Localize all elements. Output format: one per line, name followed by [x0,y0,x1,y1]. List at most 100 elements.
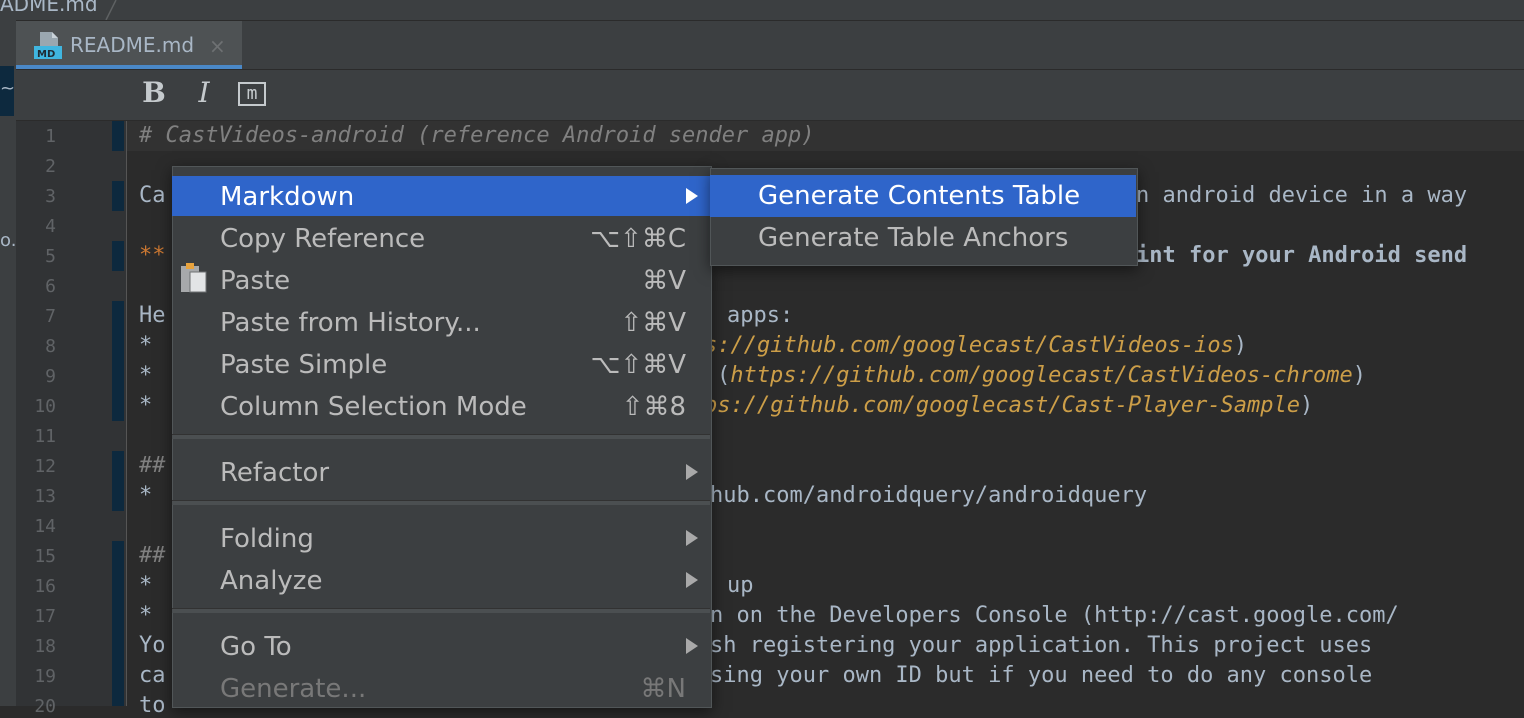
markdown-file-icon: MD [34,32,62,60]
code-token: up [727,573,754,598]
menu-item-generate[interactable]: Generate... ⌘N [172,668,710,708]
code-line: up [727,573,754,598]
menu-item-shortcut: ⌘N [640,674,686,704]
code-line: (https://github.com/googlecast/CastVideo… [717,363,1366,388]
code-token: ) [1300,393,1314,418]
menu-item-paste-simple[interactable]: Paste Simple ⌥⇧⌘V [172,344,710,384]
submenu-item-generate-table-anchors[interactable]: Generate Table Anchors [710,217,1136,259]
menu-item-folding[interactable]: Folding [172,518,710,558]
menu-item-label: Markdown [220,182,355,212]
code-token: s://github.com/googlecast/CastVideos-ios [704,333,1234,358]
code-token: * [139,603,153,628]
submenu-item-label: Generate Contents Table [758,181,1081,211]
code-line: He [139,303,166,328]
bold-button[interactable]: B [140,76,168,112]
menu-item-shortcut: ⇧⌘V [620,308,686,338]
code-line: hub.com/androidquery/androidquery [710,483,1147,508]
navigation-bar [0,0,1524,21]
code-line: ca [139,663,166,688]
code-token: apps: [727,303,794,328]
code-token: ) [1352,363,1367,388]
close-icon[interactable]: × [209,34,226,58]
line-number: 10 [34,396,56,417]
code-token: sh registering your application. This pr… [710,633,1373,658]
monospace-button[interactable]: m [238,82,266,106]
code-token: * [139,483,153,508]
code-token: * [139,573,153,598]
code-line: * [139,363,152,388]
line-number: 11 [34,426,56,447]
tab-active-indicator [16,65,242,69]
code-line: Yo [139,633,166,658]
code-line: ps://github.com/googlecast/Cast-Player-S… [704,393,1313,418]
menu-item-shortcut: ⌥⇧⌘V [590,350,686,380]
code-line: ## [139,453,166,478]
code-line: n on the Developers Console (http://cast… [710,603,1399,628]
line-number: 5 [45,246,56,267]
breadcrumb-file[interactable]: ADME.md [0,0,98,16]
line-number: 18 [34,636,56,657]
breadcrumb-separator-icon [105,0,117,20]
line-number: 3 [45,186,56,207]
code-line: apps: [727,303,793,328]
menu-item-go-to[interactable]: Go To [172,626,710,666]
submenu-arrow-icon [686,530,698,546]
menu-item-shortcut: ⇧⌘8 [621,392,686,422]
menu-item-copy-reference[interactable]: Copy Reference ⌥⇧⌘C [172,218,710,258]
code-line: * [139,393,152,418]
menu-separator [172,500,710,505]
line-number: 9 [45,366,56,387]
menu-item-label: Paste Simple [220,350,388,380]
menu-item-label: Analyze [220,566,323,596]
code-token: * [139,333,153,358]
code-line: # CastVideos-android (reference Android … [139,123,815,148]
menu-item-paste[interactable]: Paste ⌘V [172,260,710,300]
code-token: # CastVideos-android (reference Android … [139,123,815,148]
menu-item-label: Copy Reference [220,224,426,254]
code-token: ps://github.com/googlecast/Cast-Player-S… [704,393,1301,418]
code-line: n android device in a way [1136,183,1467,208]
menu-item-label: Go To [220,632,292,662]
menu-item-column-selection-mode[interactable]: Column Selection Mode ⇧⌘8 [172,386,710,426]
italic-button[interactable]: I [190,76,218,112]
fold-marker [112,451,124,511]
code-line: * [139,483,152,508]
menu-item-paste-from-history[interactable]: Paste from History... ⇧⌘V [172,302,710,342]
menu-item-label: Column Selection Mode [220,392,527,422]
menu-separator [172,608,710,613]
line-number: 8 [45,336,56,357]
menu-item-shortcut: ⌥⇧⌘C [590,224,686,254]
fold-marker [112,241,124,271]
code-line: ## [139,543,166,568]
fold-marker [112,121,124,151]
line-number: 7 [45,306,56,327]
code-token: ( [717,363,731,388]
fold-marker [112,301,124,421]
code-token: sing your own ID but if you need to do a… [710,663,1373,688]
code-token: hub.com/androidquery/androidquery [710,483,1148,508]
code-line: * [139,603,152,628]
line-number: 15 [34,546,56,567]
code-line: * [139,573,152,598]
menu-item-label: Generate... [220,674,367,704]
left-strip-text: o. [0,230,17,251]
code-token: int for your Android send [1136,243,1468,268]
menu-item-analyze[interactable]: Analyze [172,560,710,600]
menu-item-label: Refactor [220,458,330,488]
line-number: 13 [34,486,56,507]
menu-separator [172,434,710,439]
line-number: 17 [34,606,56,627]
line-number: 16 [34,576,56,597]
menu-item-label: Folding [220,524,314,554]
clipboard-paste-icon [181,263,207,293]
line-number: 1 [45,126,56,147]
menu-item-refactor[interactable]: Refactor [172,452,710,492]
code-token: n android device in a way [1136,183,1468,208]
tab-label: README.md [70,33,195,57]
fold-marker [112,181,124,211]
menu-item-markdown[interactable]: Markdown [172,176,710,216]
line-number: 14 [34,516,56,537]
code-token: n on the Developers Console (http://cast… [710,603,1399,628]
fold-marker [112,541,124,706]
submenu-item-generate-contents-table[interactable]: Generate Contents Table [710,175,1136,217]
